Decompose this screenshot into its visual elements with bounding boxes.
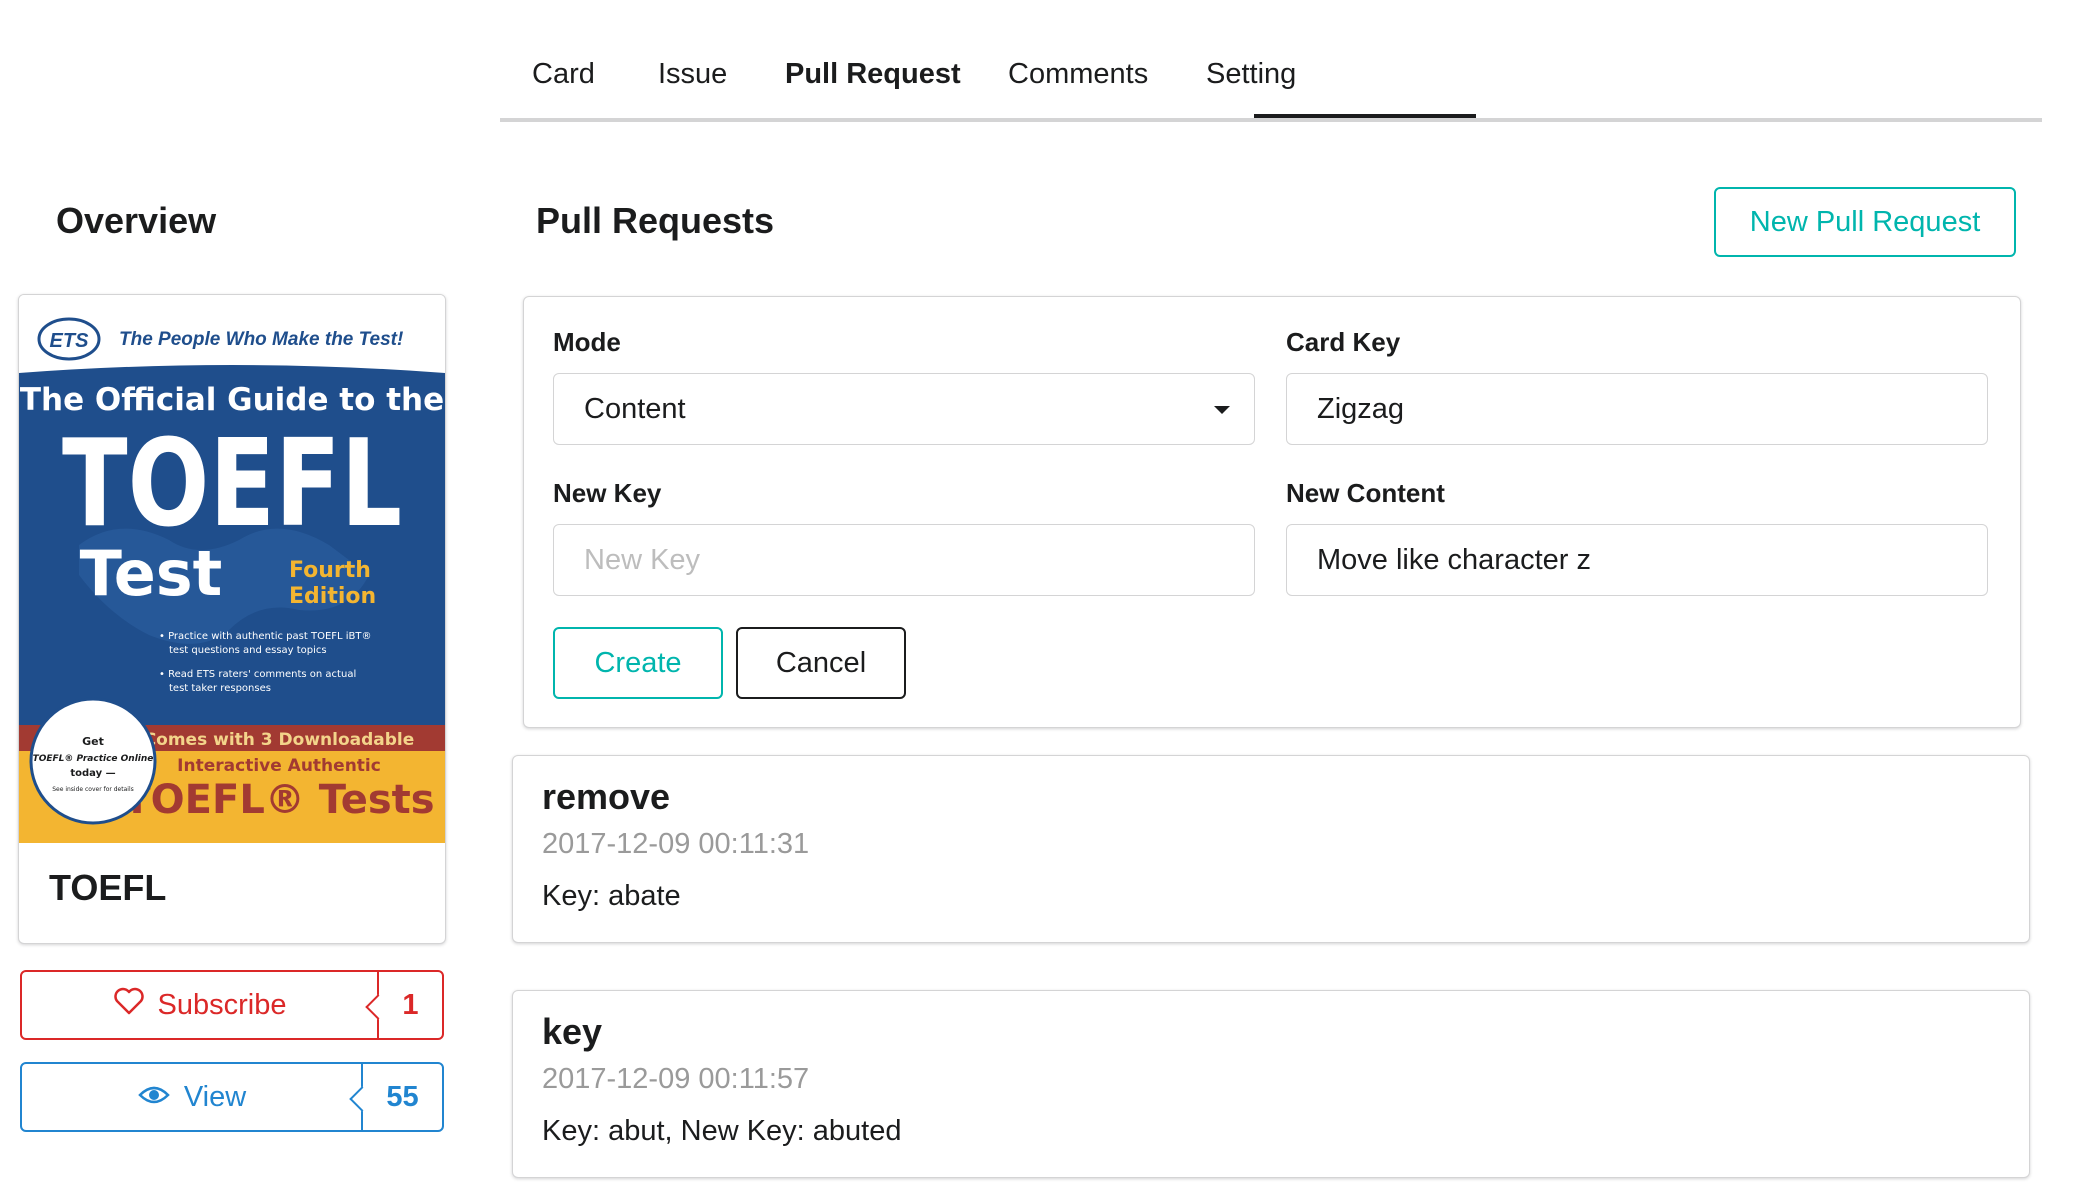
pull-request-title: remove xyxy=(542,776,671,817)
svg-text:Get: Get xyxy=(82,735,104,748)
tab-setting[interactable]: Setting xyxy=(1206,58,1296,91)
cancel-button[interactable]: Cancel xyxy=(736,627,906,699)
card-overview[interactable]: ETS The People Who Make the Test! The Of… xyxy=(18,294,446,944)
new-key-input[interactable] xyxy=(553,524,1255,596)
subscribe-button[interactable]: Subscribe 1 xyxy=(20,970,444,1040)
svg-text:today —: today — xyxy=(70,768,115,779)
card-key-input[interactable] xyxy=(1286,373,1988,445)
subscribe-count: 1 xyxy=(402,988,419,1021)
pull-request-date: 2017-12-09 00:11:57 xyxy=(542,1063,810,1095)
svg-text:TOEFL® Practice Online: TOEFL® Practice Online xyxy=(33,754,154,764)
eye-icon xyxy=(138,1081,170,1114)
dropdown-caret-icon xyxy=(1214,406,1230,414)
svg-text:Interactive Authentic: Interactive Authentic xyxy=(177,756,381,776)
view-label: View xyxy=(183,1080,247,1113)
svg-text:ETS: ETS xyxy=(50,330,90,352)
new-pull-request-button[interactable]: New Pull Request xyxy=(1714,187,2016,257)
tab-pull-request[interactable]: Pull Request xyxy=(785,58,961,91)
svg-text:Edition: Edition xyxy=(289,584,376,609)
svg-text:test questions and essay topic: test questions and essay topics xyxy=(169,645,327,656)
tab-comments[interactable]: Comments xyxy=(1008,58,1148,91)
card-name: TOEFL xyxy=(49,867,167,908)
svg-text:Fourth: Fourth xyxy=(289,558,371,583)
svg-text:• Practice with authentic past: • Practice with authentic past TOEFL iBT… xyxy=(159,631,372,642)
svg-text:The People Who Make the Test!: The People Who Make the Test! xyxy=(119,329,403,350)
view-count: 55 xyxy=(386,1080,419,1113)
mode-selected-value: Content xyxy=(584,392,686,425)
mode-label: Mode xyxy=(553,327,621,357)
view-button[interactable]: View 55 xyxy=(20,1062,444,1132)
pull-request-date: 2017-12-09 00:11:31 xyxy=(542,828,810,860)
svg-text:• Read ETS raters' comments on: • Read ETS raters' comments on actual xyxy=(159,669,356,680)
active-tab-indicator xyxy=(1254,114,1476,118)
svg-text:The Official Guide to the: The Official Guide to the xyxy=(20,382,444,418)
tab-issue[interactable]: Issue xyxy=(658,58,727,91)
svg-text:TOEFL® Tests: TOEFL® Tests xyxy=(123,777,434,823)
pull-request-description: Key: abut, New Key: abuted xyxy=(542,1115,902,1147)
page-title: Pull Requests xyxy=(536,200,775,241)
create-button[interactable]: Create xyxy=(553,627,723,699)
svg-text:test taker responses: test taker responses xyxy=(169,683,271,694)
mode-select[interactable]: Content xyxy=(553,373,1255,445)
pull-request-title: key xyxy=(542,1011,603,1052)
pull-request-item[interactable]: key 2017-12-09 00:11:57 Key: abut, New K… xyxy=(512,990,2030,1178)
new-content-input[interactable] xyxy=(1286,524,1988,596)
svg-text:Test: Test xyxy=(80,537,223,610)
card-cover-image: ETS The People Who Make the Test! The Of… xyxy=(19,295,445,843)
overview-title: Overview xyxy=(56,200,217,241)
svg-text:TOEFL: TOEFL xyxy=(62,415,402,554)
subscribe-label: Subscribe xyxy=(157,988,287,1021)
new-key-label: New Key xyxy=(553,478,662,508)
tab-card[interactable]: Card xyxy=(532,58,595,91)
card-key-label: Card Key xyxy=(1286,327,1401,357)
heart-icon xyxy=(113,987,144,1023)
pull-request-form: Mode Content Card Key New Key New Conten… xyxy=(523,296,2021,728)
svg-text:See inside cover for details: See inside cover for details xyxy=(52,786,134,793)
new-content-label: New Content xyxy=(1286,478,1445,508)
pull-request-item[interactable]: remove 2017-12-09 00:11:31 Key: abate xyxy=(512,755,2030,943)
svg-text:Comes with 3 Downloadable: Comes with 3 Downloadable xyxy=(144,730,415,750)
pull-request-description: Key: abate xyxy=(542,880,681,912)
tab-menu: Card Issue Pull Request Comments Setting xyxy=(500,40,2042,122)
